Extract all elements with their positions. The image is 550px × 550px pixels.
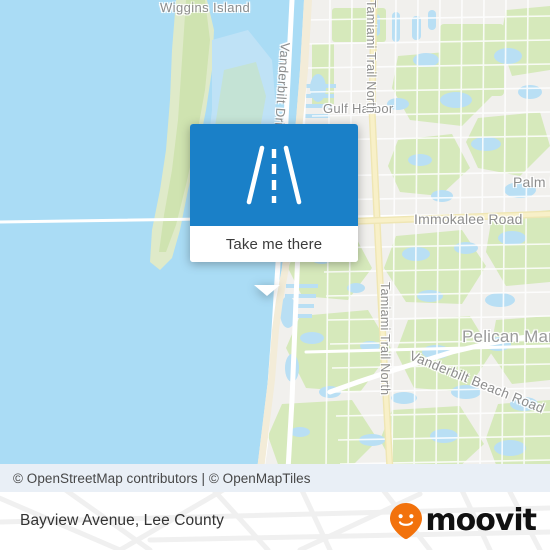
- map-popup-card[interactable]: Take me there: [190, 124, 358, 296]
- popup-pointer: [254, 285, 280, 296]
- moovit-pin-icon: [390, 503, 423, 540]
- attribution-text[interactable]: © OpenStreetMap contributors | © OpenMap…: [0, 471, 311, 486]
- map-canvas[interactable]: Wiggins Island Vanderbilt Drive Gulf Har…: [0, 0, 550, 470]
- take-me-there-button[interactable]: Take me there: [190, 226, 358, 262]
- map-page: Wiggins Island Vanderbilt Drive Gulf Har…: [0, 0, 550, 550]
- popup-header: [190, 124, 358, 226]
- moovit-logo[interactable]: moovit: [389, 502, 537, 540]
- page-footer: Bayview Avenue, Lee County moovit: [0, 492, 550, 550]
- road-icon: [246, 145, 302, 205]
- map-attribution-bar: © OpenStreetMap contributors | © OpenMap…: [0, 464, 550, 492]
- page-title: Bayview Avenue, Lee County: [20, 512, 224, 529]
- moovit-wordmark: moovit: [425, 503, 537, 538]
- take-me-there-label: Take me there: [225, 235, 323, 253]
- popup-body: Take me there: [190, 124, 358, 262]
